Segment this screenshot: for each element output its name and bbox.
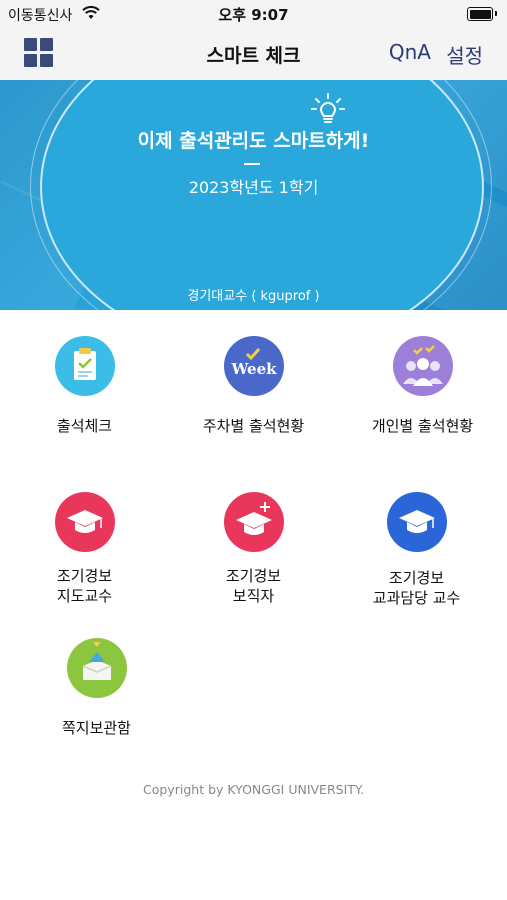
status-time: 오후 9:07 (218, 6, 289, 24)
menu-early-warning-advisor[interactable]: 조기경보 지도교수 (0, 492, 169, 606)
banner-divider (244, 163, 260, 165)
graduation-cap-blue-icon (386, 492, 447, 552)
people-check-icon (392, 336, 453, 396)
copyright-text: Copyright by KYONGGI UNIVERSITY. (143, 782, 364, 797)
menu-label: 조기경보 지도교수 (56, 567, 113, 605)
banner-semester: 2023학년도 1학기 (188, 178, 319, 197)
banner-user: 경기대교수 ( kguprof ) (187, 289, 320, 304)
graduation-cap-plus-icon (223, 492, 284, 552)
banner-headline: 이제 출석관리도 스마트하게! (137, 130, 370, 152)
menu-attendance-check[interactable]: 출석체크 (0, 336, 169, 436)
lightbulb-icon (311, 93, 345, 123)
menu-label: 주차별 출석현황 (202, 417, 305, 435)
menu-individual-status[interactable]: 개인별 출석현황 (338, 336, 507, 436)
clipboard-check-icon (54, 336, 115, 396)
menu-label: 출석체크 (56, 417, 113, 435)
settings-button[interactable]: 설정 (446, 40, 483, 69)
menu-label: 조기경보 교과담당 교수 (372, 569, 461, 607)
menu-label: 쪽지보관함 (61, 719, 131, 737)
menu-label: 개인별 출석현황 (371, 417, 474, 435)
message-box-icon (66, 638, 127, 698)
week-icon: Week (223, 336, 284, 396)
menu-message-box[interactable]: 쪽지보관함 (12, 638, 181, 738)
qna-button[interactable]: QnA (389, 40, 431, 64)
grid-menu-icon[interactable] (24, 38, 54, 68)
menu-label: 조기경보 보직자 (225, 567, 282, 605)
svg-text:Week: Week (230, 360, 277, 378)
graduation-cap-icon (54, 492, 115, 552)
menu-early-warning-staff[interactable]: 조기경보 보직자 (169, 492, 338, 606)
status-bar: 이동통신사 오후 9:07 (0, 0, 507, 28)
banner: 이제 출석관리도 스마트하게! 2023학년도 1학기 경기대교수 ( kgup… (0, 80, 507, 310)
nav-bar: 스마트 체크 QnA 설정 (0, 28, 507, 81)
menu-weekly-status[interactable]: Week 주차별 출석현황 (169, 336, 338, 436)
menu-early-warning-instructor[interactable]: 조기경보 교과담당 교수 (332, 492, 501, 608)
battery-icon (467, 7, 497, 21)
